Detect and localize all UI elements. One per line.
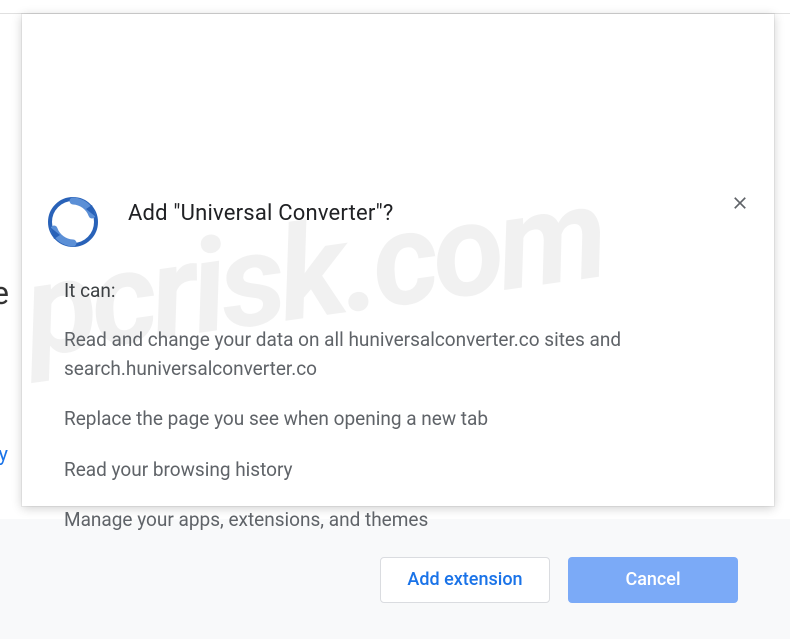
background-partial-link: ty: [0, 442, 8, 466]
permission-item: Read your browsing history: [64, 456, 732, 485]
background-partial-text: e: [0, 274, 9, 312]
extension-install-dialog: pcrisk.com Add "Universal Converter"? It…: [22, 14, 774, 506]
dialog-header: Add "Universal Converter"?: [22, 167, 774, 247]
dialog-footer: Add extension Cancel: [22, 557, 774, 639]
dialog-body: It can: Read and change your data on all…: [22, 247, 774, 557]
permission-item: Replace the page you see when opening a …: [64, 405, 732, 434]
extension-icon: [48, 197, 98, 247]
close-button[interactable]: [726, 189, 754, 217]
dialog-title: Add "Universal Converter"?: [128, 201, 394, 226]
add-extension-button[interactable]: Add extension: [380, 557, 550, 603]
permissions-intro: It can:: [64, 279, 732, 302]
permission-item: Manage your apps, extensions, and themes: [64, 506, 732, 535]
permission-item: Read and change your data on all huniver…: [64, 326, 732, 383]
close-icon: [730, 193, 750, 213]
cancel-button[interactable]: Cancel: [568, 557, 738, 603]
browser-chrome-bg: [0, 0, 790, 14]
